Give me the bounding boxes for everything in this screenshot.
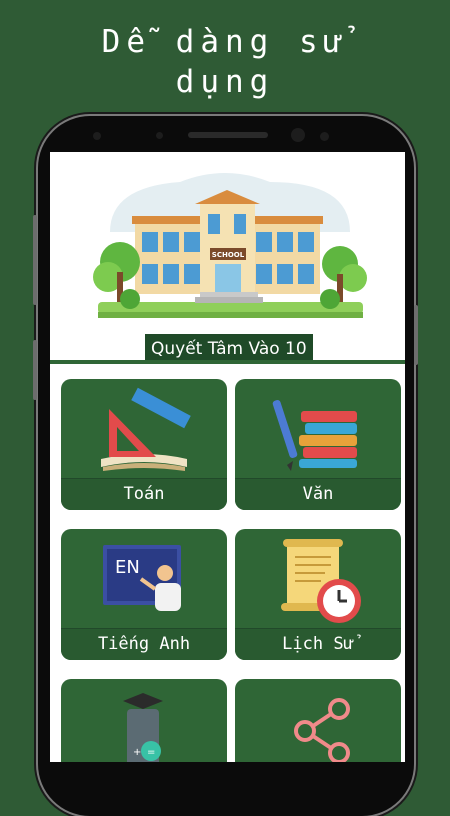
geometry-tools-icon [101, 387, 191, 471]
subject-tile-toan[interactable]: Toán [61, 379, 227, 510]
speaker-grille [188, 132, 268, 138]
sensor-dot [93, 132, 101, 140]
sensor-dot [156, 132, 163, 139]
school-illustration: SCHOOL [93, 173, 367, 318]
volume-button[interactable] [33, 215, 37, 305]
share-network-icon [294, 698, 350, 762]
promo-title-line1: Dễ dàng sử [101, 24, 349, 60]
header-banner: SCHOOL Quyết Tâm Vào 10 [50, 152, 405, 364]
front-camera [291, 128, 305, 142]
books-pencil-icon [272, 400, 357, 471]
subject-label: Văn [235, 478, 401, 510]
subject-tile-share[interactable] [235, 679, 401, 762]
bixby-button[interactable] [33, 340, 37, 400]
subject-tile-tieng-anh[interactable]: EN Tiếng Anh [61, 529, 227, 660]
subject-label: Toán [61, 478, 227, 510]
app-screen: SCHOOL Quyết Tâm Vào 10 Toán Văn EN Tiến… [50, 152, 405, 762]
power-button[interactable] [414, 305, 418, 365]
english-teacher-icon: EN [103, 545, 181, 611]
calculator-grad-cap-icon: + = [123, 693, 163, 762]
svg-text:EN: EN [115, 557, 140, 578]
subject-label: Lịch Sử [235, 628, 401, 660]
subject-label: Tiếng Anh [61, 628, 227, 660]
sensor-dot [320, 132, 329, 141]
promo-title-line2: dụng [175, 64, 275, 100]
subject-tile-van[interactable]: Văn [235, 379, 401, 510]
school-sign: SCHOOL [212, 251, 245, 259]
promo-title: Dễ dàng sử dụng [0, 22, 450, 102]
subject-tile-math-calculator[interactable]: + = [61, 679, 227, 762]
svg-text:+: + [133, 747, 141, 758]
subject-tile-lich-su[interactable]: Lịch Sử [235, 529, 401, 660]
history-scroll-clock-icon [281, 539, 361, 623]
svg-text:=: = [147, 747, 155, 758]
subject-grid: Toán Văn EN Tiếng Anh Lịch Sử + = [50, 364, 405, 762]
